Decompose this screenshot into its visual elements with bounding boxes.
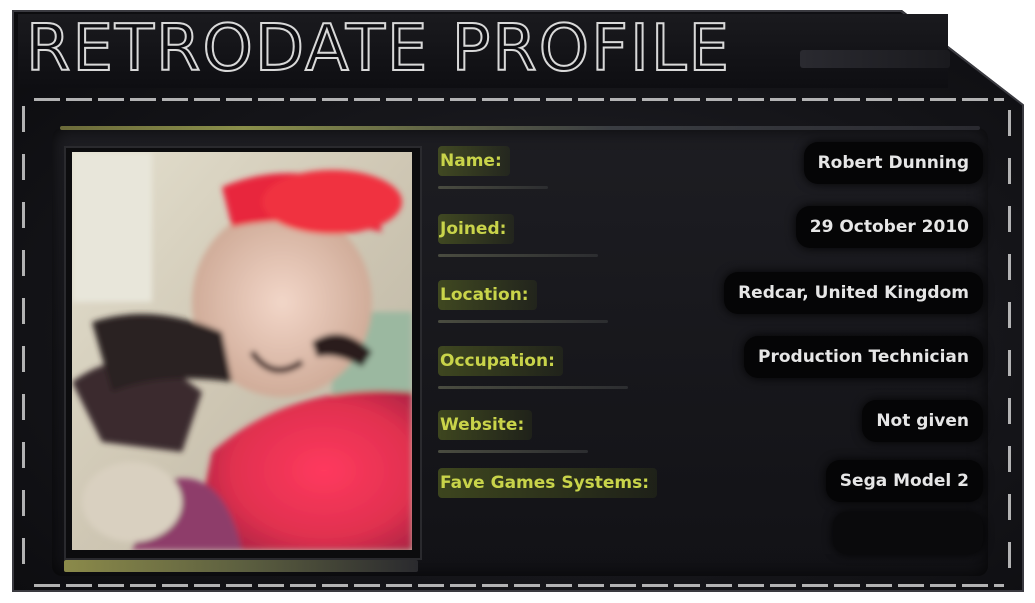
dashed-border-right — [1008, 110, 1011, 580]
location-label: Location: — [438, 280, 537, 310]
website-value: Not given — [862, 400, 983, 442]
joined-value: 29 October 2010 — [795, 206, 983, 248]
location-value: Redcar, United Kingdom — [724, 272, 983, 314]
name-value: Robert Dunning — [803, 142, 983, 184]
systems-label: Fave Games Systems: — [438, 468, 658, 498]
dashed-border-top — [34, 98, 1004, 101]
occupation-value: Production Technician — [744, 336, 983, 378]
profile-photo-image — [72, 152, 412, 550]
panel-accent-line — [60, 126, 980, 130]
profile-photo — [72, 152, 412, 550]
name-label-underline — [438, 186, 548, 189]
occupation-label: Occupation: — [438, 346, 563, 376]
dashed-border-bottom — [34, 584, 1004, 587]
name-label: Name: — [438, 146, 510, 176]
systems-value: Sega Model 2 — [825, 460, 983, 502]
page-title: RETRODATE PROFILE — [25, 11, 731, 87]
website-label-underline — [438, 450, 588, 453]
title-bar-accent — [800, 50, 950, 68]
joined-label-underline — [438, 254, 598, 257]
website-label: Website: — [438, 410, 533, 440]
joined-label: Joined: — [438, 214, 515, 244]
dashed-border-left — [22, 106, 25, 582]
location-label-underline — [438, 320, 608, 323]
occupation-label-underline — [438, 386, 628, 389]
empty-value-slot — [833, 512, 983, 554]
photo-caption-bar — [64, 560, 418, 572]
